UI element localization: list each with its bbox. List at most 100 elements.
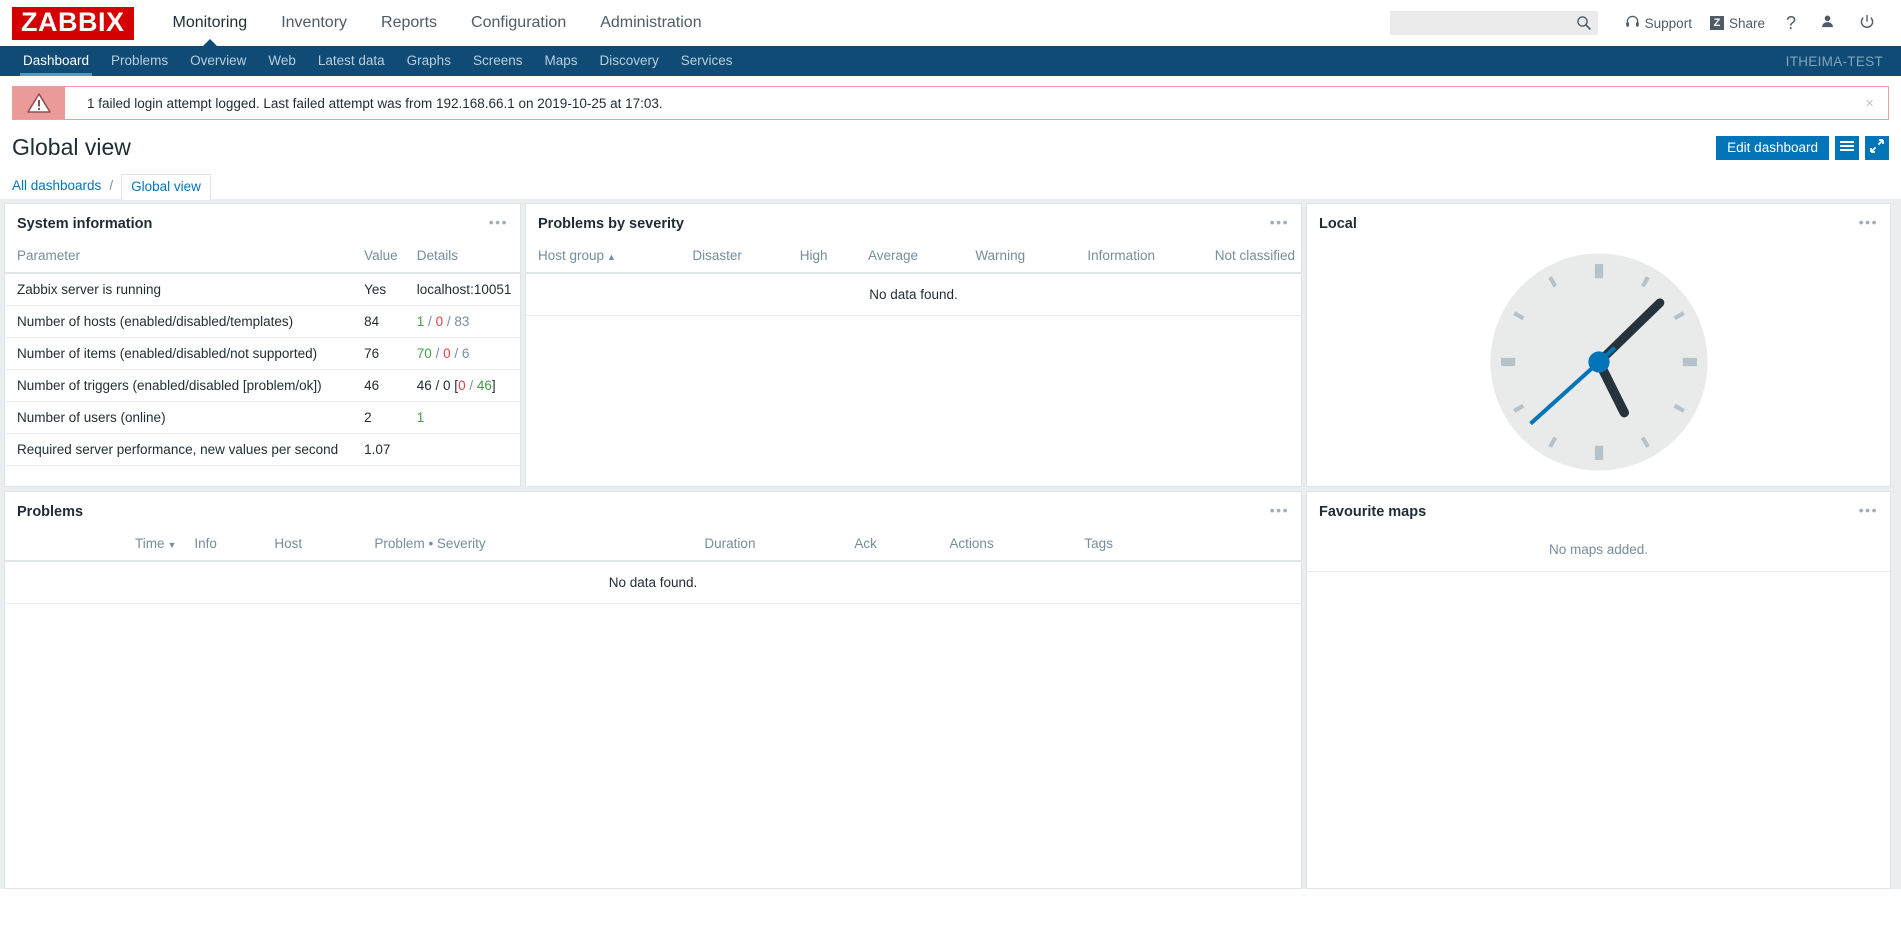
breadcrumb-all-dashboards[interactable]: All dashboards: [12, 178, 101, 193]
close-icon[interactable]: ×: [1851, 87, 1888, 119]
main-navigation: Monitoring Inventory Reports Configurati…: [156, 0, 719, 47]
widget-header: Favourite maps •••: [1307, 492, 1890, 530]
table-header-row: Time ▼ Info Host Problem • Severity Durat…: [5, 530, 1301, 562]
widget-body: No maps added.: [1307, 530, 1890, 888]
share-link[interactable]: Z Share: [1701, 16, 1774, 31]
no-maps-message: No maps added.: [1307, 542, 1890, 572]
header-actions: Support Z Share ?: [1389, 11, 1901, 35]
subnav-item-overview[interactable]: Overview: [179, 46, 257, 76]
failed-login-alert: 1 failed login attempt logged. Last fail…: [12, 86, 1889, 120]
search-icon: [1576, 15, 1592, 31]
cell-parameter: Number of triggers (enabled/disabled [pr…: [5, 369, 353, 402]
subnav-item-maps[interactable]: Maps: [533, 46, 588, 76]
column-parameter: Parameter: [5, 242, 353, 274]
subnav-item-problems[interactable]: Problems: [100, 46, 179, 76]
widget-body: [1307, 242, 1890, 486]
widget-header: Local •••: [1307, 204, 1890, 242]
sign-out-button[interactable]: [1847, 14, 1887, 33]
nav-item-monitoring[interactable]: Monitoring: [156, 0, 265, 47]
share-label: Share: [1728, 15, 1765, 31]
widget-header: System information •••: [5, 204, 520, 242]
no-data-message: No data found.: [526, 273, 1301, 316]
subnav-item-dashboard[interactable]: Dashboard: [12, 46, 100, 76]
column-warning[interactable]: Warning: [975, 242, 1088, 274]
cell-parameter: Number of items (enabled/disabled/not su…: [5, 337, 353, 370]
column-details: Details: [404, 242, 520, 274]
nav-item-administration[interactable]: Administration: [583, 0, 718, 46]
zabbix-logo[interactable]: ZABBIX: [12, 6, 134, 40]
cell-details: 1: [404, 401, 520, 434]
kiosk-mode-button[interactable]: [1865, 135, 1889, 160]
widget-menu-icon[interactable]: •••: [1857, 213, 1880, 235]
subnav-item-screens[interactable]: Screens: [462, 46, 534, 76]
widget-menu-icon[interactable]: •••: [487, 213, 510, 235]
column-tags[interactable]: Tags: [1072, 530, 1301, 562]
widget-header: Problems by severity •••: [526, 204, 1301, 242]
expand-arrows-icon: [1870, 139, 1884, 156]
widget-title: Problems by severity: [538, 216, 684, 232]
column-info[interactable]: Info: [182, 530, 263, 562]
alert-message: 1 failed login attempt logged. Last fail…: [87, 95, 663, 111]
column-actions[interactable]: Actions: [937, 530, 1073, 562]
analog-clock: [1307, 242, 1890, 486]
table-row: Number of hosts (enabled/disabled/templa…: [5, 305, 520, 338]
edit-dashboard-button[interactable]: Edit dashboard: [1716, 135, 1829, 160]
column-problem-severity[interactable]: Problem • Severity: [362, 530, 693, 562]
breadcrumb: All dashboards / Global view: [0, 171, 1901, 200]
cell-value: 46: [352, 369, 405, 402]
nav-item-configuration[interactable]: Configuration: [454, 0, 583, 46]
column-not-classified[interactable]: Not classified: [1214, 242, 1301, 274]
subnav-item-discovery[interactable]: Discovery: [589, 46, 670, 76]
table-row: Zabbix server is running Yes localhost:1…: [5, 273, 520, 306]
subnav-item-graphs[interactable]: Graphs: [396, 46, 462, 76]
support-label: Support: [1644, 15, 1692, 31]
subnav-item-latest-data[interactable]: Latest data: [307, 46, 396, 76]
column-information[interactable]: Information: [1087, 242, 1215, 274]
clock-center-dot: [1587, 351, 1610, 373]
nav-item-reports[interactable]: Reports: [364, 0, 454, 46]
column-host[interactable]: Host: [262, 530, 363, 562]
column-disaster[interactable]: Disaster: [692, 242, 800, 274]
column-high[interactable]: High: [799, 242, 868, 274]
help-button[interactable]: ?: [1774, 13, 1808, 34]
subnav-item-services[interactable]: Services: [670, 46, 744, 76]
widget-body: Parameter Value Details Zabbix server is…: [5, 242, 520, 486]
sort-ascending-icon: ▲: [607, 252, 616, 262]
widget-problems: Problems ••• Time ▼ Info Host Problem • S…: [4, 491, 1302, 889]
cell-parameter: Zabbix server is running: [5, 273, 353, 306]
cell-value: 2: [352, 401, 405, 434]
widget-system-information: System information ••• Parameter Value D…: [4, 203, 521, 487]
column-average[interactable]: Average: [867, 242, 976, 274]
system-information-table: Parameter Value Details Zabbix server is…: [5, 242, 520, 466]
widget-header: Problems •••: [5, 492, 1301, 530]
widget-menu-icon[interactable]: •••: [1268, 501, 1291, 523]
column-time[interactable]: Time ▼: [5, 530, 183, 562]
alert-container: 1 failed login attempt logged. Last fail…: [0, 76, 1901, 120]
question-mark-icon: ?: [1785, 12, 1796, 33]
server-name-label: ITHEIMA-TEST: [1785, 53, 1883, 69]
page-title-row: Global view Edit dashboard: [0, 120, 1901, 171]
column-duration[interactable]: Duration: [692, 530, 843, 562]
widget-body: Host group ▲ Disaster High Average Warnin…: [526, 242, 1301, 486]
column-ack[interactable]: Ack: [842, 530, 938, 562]
widget-menu-icon[interactable]: •••: [1857, 501, 1880, 523]
search-input[interactable]: [1389, 11, 1600, 35]
support-link[interactable]: Support: [1616, 14, 1701, 32]
dashboard-menu-button[interactable]: [1835, 135, 1859, 160]
breadcrumb-separator: /: [109, 177, 114, 193]
page-content: 1 failed login attempt logged. Last fail…: [0, 76, 1901, 889]
column-host-group[interactable]: Host group ▲: [526, 242, 693, 274]
cell-details: 70 / 0 / 6: [404, 337, 520, 370]
table-row: Number of triggers (enabled/disabled [pr…: [5, 369, 520, 402]
widget-menu-icon[interactable]: •••: [1268, 213, 1291, 235]
widget-title: Local: [1319, 216, 1357, 232]
subnav-item-web[interactable]: Web: [257, 46, 307, 76]
clock-face-icon: [1489, 253, 1708, 471]
table-header-row: Parameter Value Details: [5, 242, 520, 274]
nav-item-inventory[interactable]: Inventory: [264, 0, 364, 46]
breadcrumb-current[interactable]: Global view: [121, 173, 211, 200]
widget-favourite-maps: Favourite maps ••• No maps added.: [1306, 491, 1891, 889]
user-profile-button[interactable]: [1808, 14, 1847, 32]
global-search[interactable]: [1389, 11, 1600, 35]
system-information-rows: Zabbix server is running Yes localhost:1…: [5, 273, 520, 466]
